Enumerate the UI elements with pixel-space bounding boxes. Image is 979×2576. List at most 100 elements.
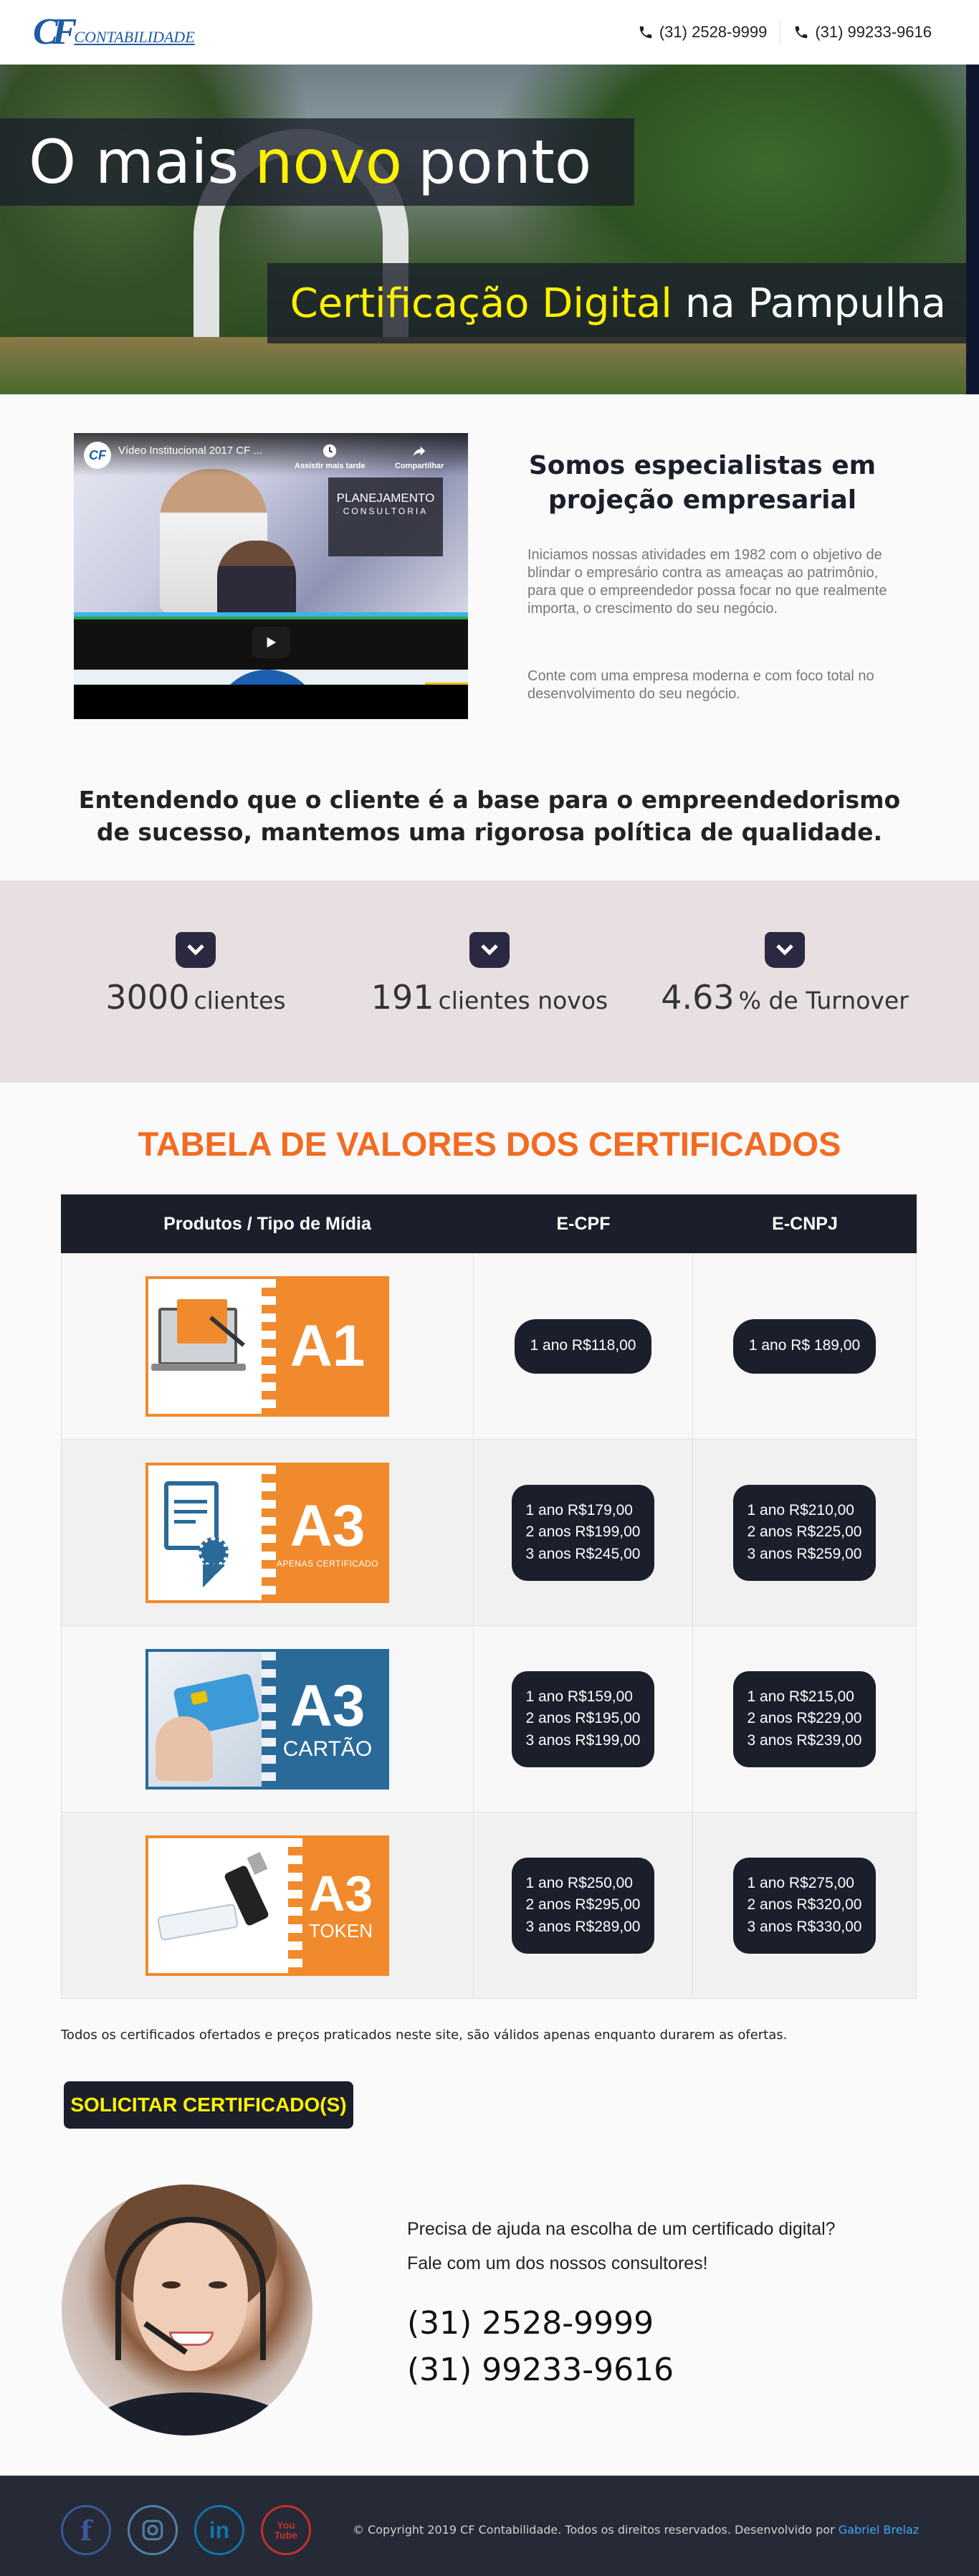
product-image-a3-certificate: A3 APENAS CERTIFICADO [145,1462,389,1603]
price-pill[interactable]: 1 ano R$179,00 2 anos R$199,00 3 anos R$… [511,1484,655,1581]
stat-number: 3000 [105,978,190,1017]
price-line: 2 anos R$320,00 [747,1896,862,1914]
price-line: 1 ano R$250,00 [525,1874,633,1891]
header-phones: (31) 2528-9999 (31) 99233-9616 [625,20,945,44]
product-subtitle: APENAS CERTIFICADO [276,1558,379,1569]
price-line: 1 ano R$118,00 [530,1337,636,1354]
hero-banner: O mais novo ponto Certificação Digital n… [0,65,979,394]
instagram-icon[interactable] [128,2505,178,2555]
product-image-a3-card: A3 CARTÃO [145,1648,389,1790]
table-row: A3 TOKEN 1 ano R$250,00 2 anos R$295,00 … [61,1812,917,1999]
price-line: 2 anos R$229,00 [747,1710,862,1727]
price-pill[interactable]: 1 ano R$215,00 2 anos R$229,00 3 anos R$… [732,1670,877,1767]
watch-later-label: Assistir mais tarde [295,462,366,470]
share-icon [413,446,426,457]
product-tag: A3 CARTÃO [262,1651,386,1787]
support-phone-1[interactable]: (31) 2528-9999 [407,2305,654,2342]
developer-link[interactable]: Gabriel Brelaz [839,2523,919,2537]
price-pill[interactable]: 1 ano R$159,00 2 anos R$195,00 3 anos R$… [511,1670,655,1767]
price-pill[interactable]: 1 ano R$ 189,00 [732,1318,877,1374]
play-button[interactable] [252,627,290,658]
price-line: 1 ano R$275,00 [747,1874,854,1891]
stat-label: % de Turnover [738,987,909,1014]
phone-icon [796,26,808,39]
price-line: 3 anos R$259,00 [747,1545,862,1562]
ecnpj-cell: 1 ano R$ 189,00 [693,1253,917,1439]
facebook-icon[interactable]: f [61,2505,111,2555]
price-line: 3 anos R$289,00 [525,1918,641,1935]
logo[interactable]: CF CONTABILIDADE [33,11,195,52]
ecnpj-cell: 1 ano R$215,00 2 anos R$229,00 3 anos R$… [693,1626,917,1812]
price-pill[interactable]: 1 ano R$250,00 2 anos R$295,00 3 anos R$… [511,1857,655,1954]
intro-paragraph: Conte com uma empresa moderna e com foco… [527,668,874,702]
product-cell: A1 [61,1253,474,1439]
stat-label: clientes [194,987,286,1014]
price-pill[interactable]: 1 ano R$210,00 2 anos R$225,00 3 anos R$… [732,1484,877,1581]
stat-turnover: 4.63% de Turnover [649,932,921,1017]
intro-paragraph: Iniciamos nossas atividades em 1982 com … [527,547,887,617]
hero-title: O mais novo ponto [0,118,635,206]
site-footer: f in You Tube © Copyright 2019 CF Contabi… [0,2476,979,2576]
table-row: A3 CARTÃO 1 ano R$159,00 2 anos R$195,00… [61,1626,917,1812]
video-channel-logo[interactable]: CF [84,442,111,469]
copyright: © Copyright 2019 CF Contabilidade. Todos… [353,2523,919,2537]
video-planning-text: PLANEJAMENTO [336,491,435,505]
product-cell: A3 CARTÃO [61,1626,474,1812]
price-line: 3 anos R$330,00 [747,1918,862,1935]
price-line: 3 anos R$199,00 [525,1731,641,1749]
product-code: A3 [290,1673,366,1739]
table-row: A1 1 ano R$118,00 1 ano R$ 189,00 [61,1253,917,1440]
hero-subtitle: Certificação Digital na Pampulha [267,263,966,343]
hero-edge [966,65,979,394]
phone-icon [639,26,652,39]
hero-subtitle-highlight: Certificação Digital [290,280,672,327]
header-phone-1[interactable]: (31) 2528-9999 [625,20,780,44]
support-phone-2[interactable]: (31) 99233-9616 [407,2352,674,2388]
table-header-cell: E-CPF [556,1213,611,1234]
stat-number: 4.63 [661,978,735,1017]
product-tag: A3 TOKEN [288,1838,386,1973]
ecnpj-cell: 1 ano R$275,00 2 anos R$320,00 3 anos R$… [693,1812,917,1998]
price-line: 1 ano R$ 189,00 [748,1337,861,1354]
product-cell: A3 TOKEN [61,1812,474,1998]
chevron-down-icon [469,932,510,968]
logo-mark: CF [33,11,77,52]
offer-disclaimer: Todos os certificados ofertados e preços… [61,2028,788,2043]
price-line: 2 anos R$295,00 [525,1896,641,1914]
support-text: Precisa de ajuda na escolha de um certif… [407,2213,836,2281]
product-tag: A3 APENAS CERTIFICADO [262,1465,386,1600]
header-phone-text: (31) 99233-9616 [815,23,932,41]
table-body: A1 1 ano R$118,00 1 ano R$ 189,00 A3 APE… [61,1253,917,1999]
header-phone-2[interactable]: (31) 99233-9616 [780,20,945,44]
table-header: Produtos / Tipo de Mídia E-CPF E-CNPJ [61,1194,917,1253]
price-table-title: TABELA DE VALORES DOS CERTIFICADOS [138,1125,841,1163]
price-table: Produtos / Tipo de Mídia E-CPF E-CNPJ A1 [61,1194,917,1999]
price-line: 3 anos R$239,00 [747,1731,862,1749]
video-title[interactable]: Vídeo Institucional 2017 CF ... [118,445,262,457]
logo-text: CONTABILIDADE [74,28,195,46]
stat-new-clients: 191 clientes novos [353,932,626,1017]
share-button[interactable]: Compartilhar [395,443,444,470]
price-line: 2 anos R$195,00 [525,1710,641,1727]
price-line: 3 anos R$245,00 [525,1545,641,1562]
price-pill[interactable]: 1 ano R$118,00 [514,1318,652,1374]
linkedin-icon[interactable]: in [194,2505,244,2555]
institutional-video[interactable]: PLANEJAMENTO CONSULTORIA CF Vídeo Instit… [74,433,468,719]
price-pill[interactable]: 1 ano R$275,00 2 anos R$320,00 3 anos R$… [732,1857,877,1954]
support-line: Precisa de ajuda na escolha de um certif… [407,2219,836,2239]
price-line: 1 ano R$210,00 [747,1501,854,1518]
price-line: 1 ano R$215,00 [747,1688,854,1705]
video-consulting-text: CONSULTORIA [343,506,429,517]
chevron-down-icon [765,932,805,968]
ecpf-cell: 1 ano R$159,00 2 anos R$195,00 3 anos R$… [474,1626,693,1812]
price-line: 1 ano R$159,00 [525,1688,633,1705]
product-image-a3-token: A3 TOKEN [145,1835,389,1976]
stat-label: clientes novos [438,987,608,1014]
product-subtitle: TOKEN [308,1920,373,1941]
laptop-folder-illustration [148,1279,269,1414]
intro-title: Somos especialistas em projeção empresar… [528,451,877,515]
youtube-icon[interactable]: You Tube [261,2505,311,2555]
support-line: Fale com um dos nossos consultores! [407,2253,708,2273]
request-certificate-button[interactable]: SOLICITAR CERTIFICADO(S) [64,2081,353,2129]
watch-later-button[interactable]: Assistir mais tarde [295,443,365,470]
